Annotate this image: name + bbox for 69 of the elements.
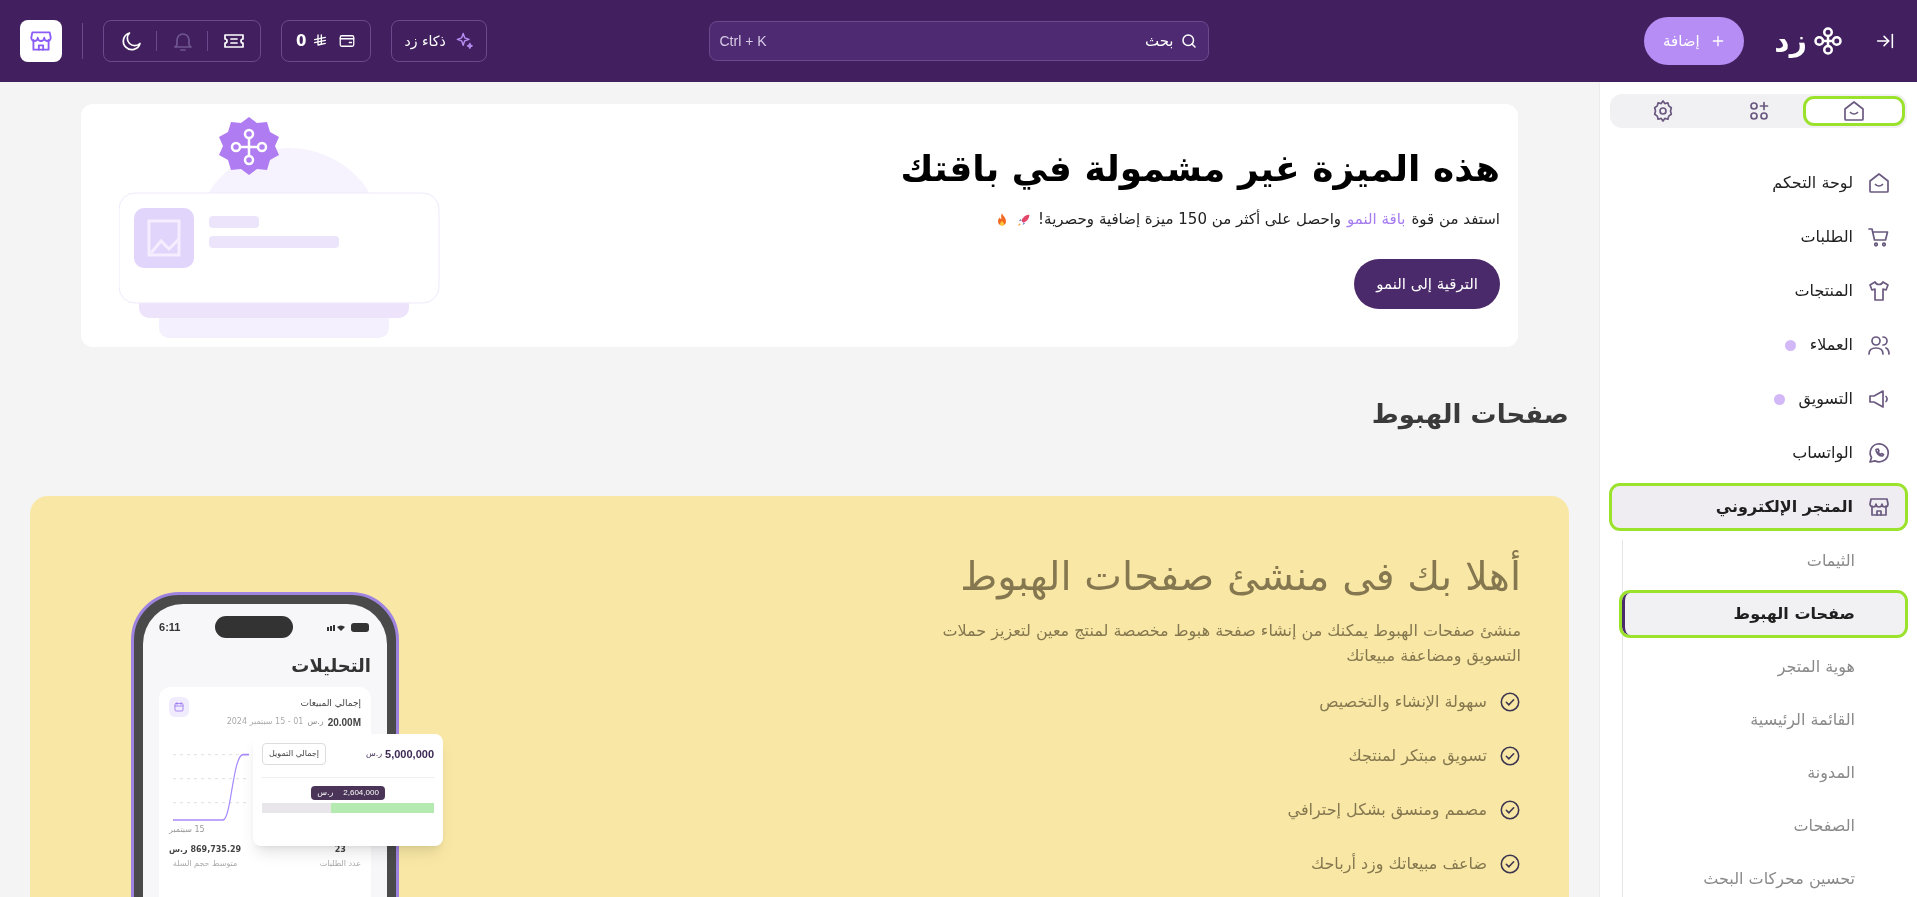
stat-label: عدد الطلبات [319,857,361,870]
shirt-icon [1867,279,1891,303]
tooltip-value: 2,604,000 [343,787,379,799]
sidebar-subitem[interactable]: المدونة [1623,752,1905,794]
sidebar-item[interactable]: الواتساب [1612,432,1905,474]
store-icon [1867,495,1891,519]
stat-value: 869,735.29 ر.س [169,843,242,856]
users-icon [1867,333,1891,357]
home-icon [1867,171,1891,195]
sidebar-item[interactable]: المتجر الإلكتروني [1612,486,1905,528]
sidebar-subitem[interactable]: الثيمات [1623,540,1905,582]
store-button[interactable] [20,20,62,62]
sidebar-item[interactable]: لوحة التحكم [1612,162,1905,204]
phone-status-icons [327,621,371,633]
calendar-icon [173,701,185,713]
sidebar-subitem[interactable]: الصفحات [1623,805,1905,847]
upgrade-button[interactable]: الترقية إلى النمو [1354,258,1500,309]
sidebar-item[interactable]: الطلبات [1612,216,1905,258]
cart-icon [1867,225,1891,249]
funding-amount: 5,000,000 [385,746,434,762]
megaphone-icon [1867,387,1891,411]
sidebar-item[interactable]: العملاء [1612,324,1905,366]
riyal-icon [312,33,329,49]
wallet-button[interactable]: 0 [281,20,372,62]
sidebar-subitem[interactable]: تحسين محركات البحث [1623,858,1905,897]
stat-label: متوسط حجم السلة [172,857,238,870]
home-icon [1842,99,1867,123]
store-icon [28,28,54,54]
currency-label: ر.س [317,787,334,799]
funding-slider[interactable] [262,803,434,813]
sidebar-subitem[interactable]: هوية المتجر [1623,646,1905,688]
phone-screen-title: التحليلات [290,654,371,678]
date-range: 01 - 15 سبتمبر 2024 [226,716,304,728]
feature-text: ضاعف مبيعاتك وزد أرباحك [1310,852,1487,876]
search-icon [1179,32,1198,50]
phone-clock: 6:11 [159,619,181,635]
sidebar-subitem[interactable]: القائمة الرئيسية [1623,699,1905,741]
banner-text: واحصل على أكثر من 150 ميزة إضافية وحصرية! [1038,208,1342,231]
sidebar-tab[interactable] [1806,99,1902,123]
feature-text: تسويق مبتكر لمنتجك [1348,745,1487,768]
check-circle-icon [1499,853,1521,875]
check-circle-icon [1499,745,1521,767]
hero-description: منشئ صفحات الهبوط يمكنك من إنشاء صفحة هبوط مخصصة لمنتج معين لتعزيز حملات التسويق ومضاعفة مبيعاتك [941,620,1521,668]
currency-label: ر.س [307,716,324,728]
logo-icon [1813,26,1843,56]
section-title: صفحات الهبوط [1370,398,1569,432]
axis-label: 15 سبتمبر [169,823,206,836]
analytics-value: 20.00M [327,715,361,730]
sidebar-item[interactable]: التسويق [1612,378,1905,420]
sidebar-item[interactable]: المنتجات [1612,270,1905,312]
sidebar-subitem[interactable]: صفحات الهبوط [1622,593,1905,635]
shortcut-hint: Ctrl + K [719,31,767,51]
wallet-icon [338,32,357,50]
feature-text: مصمم ومنسق بشكل إحترافي [1287,799,1487,822]
logo-text: زد [1774,26,1807,56]
check-circle-icon [1499,691,1521,713]
wallet-amount: 0 [296,30,307,52]
banner-text: استفد من قوة [1411,209,1500,231]
ai-button[interactable]: ذكاء زد [391,20,487,62]
chat-phone-icon [1867,441,1891,465]
check-circle-icon [1499,799,1521,821]
currency-label: ر.س [365,748,383,760]
banner-title: هذه الميزة غير مشمولة في باقتك [900,147,1500,192]
search-input[interactable]: بحث [772,29,1174,53]
analytics-card-title: إجمالي المبيعات [299,697,361,711]
moon-icon [120,29,144,53]
feature-text: سهولة الإنشاء والتخصيص [1319,691,1487,714]
funding-dropdown[interactable]: إجمالي التمويل [262,743,326,765]
hero-title: أهلا بك فى منشئ صفحات الهبوط [30,546,1521,606]
